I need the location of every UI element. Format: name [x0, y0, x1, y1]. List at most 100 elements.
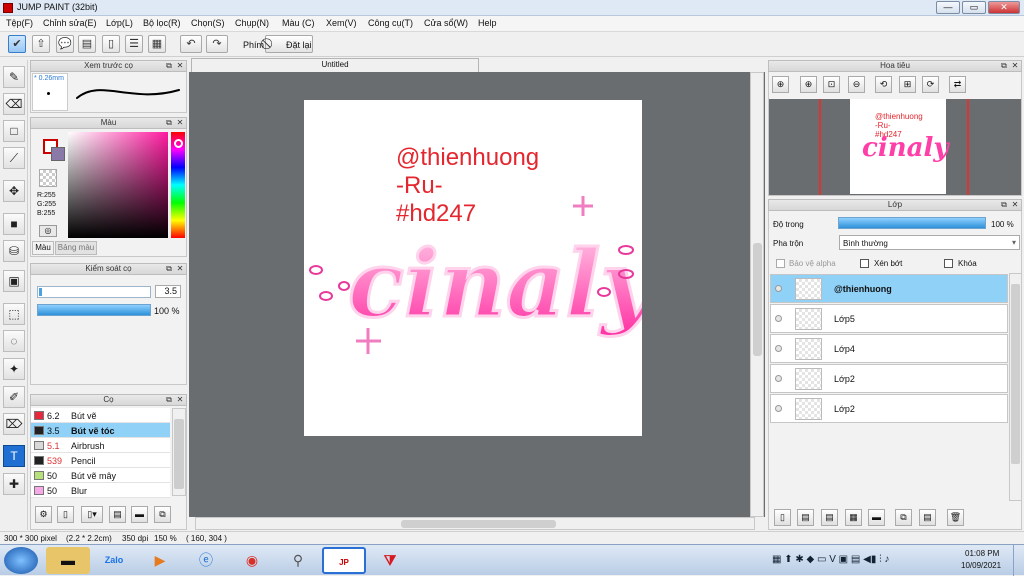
document-icon[interactable]: ▯ [102, 35, 120, 53]
saturation-value-square[interactable] [68, 132, 168, 238]
explorer-icon[interactable]: ▬ [46, 547, 90, 574]
canvas-horizontal-scrollbar[interactable] [195, 517, 755, 530]
menu-tools[interactable]: Công cụ(T) [368, 18, 413, 28]
canvas-vertical-scrollbar[interactable] [750, 72, 764, 517]
zoom-out-icon[interactable]: ⊖ [848, 76, 865, 93]
brush-settings-icon[interactable]: ⚙ [35, 506, 52, 523]
brush-folder-icon[interactable]: ▬ [131, 506, 148, 523]
minimize-button[interactable]: — [936, 1, 960, 14]
visibility-icon[interactable] [775, 285, 782, 292]
panel-close-icon[interactable]: ✕ [1010, 61, 1020, 71]
visibility-icon[interactable] [775, 315, 782, 322]
layer-row[interactable]: Lớp4 [770, 334, 1008, 363]
ie-icon[interactable]: ⓔ [184, 547, 228, 574]
rotate-left-icon[interactable]: ⟲ [875, 76, 892, 93]
palette-icon[interactable]: ◎ [39, 225, 57, 237]
chrome-icon[interactable]: ◉ [230, 547, 274, 574]
redo-icon[interactable]: ↷ [206, 35, 228, 53]
transparent-swatch[interactable] [39, 169, 57, 187]
detach-icon[interactable]: ⧉ [999, 61, 1009, 71]
export-icon[interactable]: ⇧ [32, 35, 50, 53]
comment-icon[interactable]: 💬 [56, 35, 74, 53]
layer-folder-icon[interactable]: ▬ [868, 509, 885, 526]
fill-rect-tool-icon[interactable]: ■ [3, 213, 25, 235]
detach-icon[interactable]: ⧉ [164, 395, 174, 405]
undo-icon[interactable]: ↶ [180, 35, 202, 53]
brush-doc-icon[interactable]: ▤ [109, 506, 126, 523]
scroll-thumb[interactable] [174, 419, 184, 489]
gradient-tool-icon[interactable]: ▣ [3, 270, 25, 292]
magic-wand-tool-icon[interactable]: ✦ [3, 358, 25, 380]
tab-color[interactable]: Màu [32, 241, 54, 255]
document-canvas[interactable]: @thienhuong -Ru- #hd247 cinaly [304, 100, 642, 436]
menu-layer[interactable]: Lớp(L) [106, 18, 133, 28]
layers-scroll-thumb[interactable] [1011, 284, 1020, 464]
opacity-slider[interactable] [37, 304, 151, 316]
layer-text-icon[interactable]: ▤ [821, 509, 838, 526]
brush-item[interactable]: 5.1 Airbrush [31, 438, 170, 453]
menu-capture[interactable]: Chụp(N) [235, 18, 269, 28]
layers-scrollbar[interactable] [1009, 273, 1022, 501]
search-tool-icon[interactable]: ⚲ [276, 547, 320, 574]
clipping-checkbox[interactable] [860, 259, 869, 268]
eraser-tool-icon[interactable]: ⌫ [3, 93, 25, 115]
select-pen-tool-icon[interactable]: ✐ [3, 386, 25, 408]
layer-mask-icon[interactable]: ▦ [845, 509, 862, 526]
panel-close-icon[interactable]: ✕ [1010, 200, 1020, 210]
brush-list-scrollbar[interactable] [172, 408, 186, 496]
rotate-right-icon[interactable]: ⟳ [922, 76, 939, 93]
grid-icon[interactable]: ▦ [148, 35, 166, 53]
check-tool-icon[interactable]: ✔ [8, 35, 26, 53]
brush-tool-icon[interactable]: ✎ [3, 66, 25, 88]
canvas-hscroll-thumb[interactable] [401, 520, 556, 528]
panel-close-icon[interactable]: ✕ [175, 61, 185, 71]
notes-icon[interactable]: ▤ [78, 35, 96, 53]
visibility-icon[interactable] [775, 405, 782, 412]
menu-color[interactable]: Màu (C) [282, 18, 315, 28]
show-desktop-button[interactable] [1013, 545, 1024, 576]
tab-palette[interactable]: Bảng màu [55, 241, 97, 255]
menu-view[interactable]: Xem(V) [326, 18, 357, 28]
detach-icon[interactable]: ⧉ [999, 200, 1009, 210]
eyedropper-tool-icon[interactable]: ✚ [3, 473, 25, 495]
panel-close-icon[interactable]: ✕ [175, 264, 185, 274]
brush-copy-icon[interactable]: ⧉ [154, 506, 171, 523]
brush-options-icon[interactable]: ▯▾ [81, 506, 103, 523]
menu-help[interactable]: Help [478, 18, 497, 28]
size-slider[interactable] [37, 286, 151, 298]
panel-close-icon[interactable]: ✕ [175, 395, 185, 405]
zalo-icon[interactable]: Zalo [92, 547, 136, 574]
menu-edit[interactable]: Chỉnh sửa(E) [43, 18, 97, 28]
menu-window[interactable]: Cửa sổ(W) [424, 18, 468, 28]
canvas-vscroll-thumb[interactable] [753, 243, 762, 356]
menu-file[interactable]: Tệp(F) [6, 18, 33, 28]
lock-checkbox[interactable] [944, 259, 953, 268]
start-button[interactable] [4, 547, 38, 574]
reset-view-icon[interactable]: ⊞ [899, 76, 916, 93]
detach-icon[interactable]: ⧉ [164, 61, 174, 71]
visibility-icon[interactable] [775, 345, 782, 352]
pdf-icon[interactable]: ⧩ [368, 547, 412, 574]
new-brush-icon[interactable]: ▯ [57, 506, 74, 523]
jump-paint-taskbar-icon[interactable]: JP [322, 547, 366, 574]
detach-icon[interactable]: ⧉ [164, 118, 174, 128]
layer-row[interactable]: Lớp2 [770, 394, 1008, 423]
select-rect-tool-icon[interactable]: ⬚ [3, 303, 25, 325]
layer-row[interactable]: Lớp5 [770, 304, 1008, 333]
brush-item[interactable]: 539 Pencil [31, 453, 170, 468]
reset-button[interactable]: ⃠ Đặt lại [265, 35, 313, 53]
new-layer-icon[interactable]: ▯ [774, 509, 791, 526]
rect-tool-icon[interactable]: □ [3, 120, 25, 142]
layer-opacity-slider[interactable] [838, 217, 986, 229]
size-value[interactable]: 3.5 [155, 285, 181, 298]
brush-item[interactable]: 3.5 Bút vẽ tóc [31, 423, 170, 438]
background-color[interactable] [51, 147, 65, 161]
brush-item[interactable]: 6.2 Bút vẽ [31, 408, 170, 423]
select-eraser-tool-icon[interactable]: ⌦ [3, 413, 25, 435]
menu-select[interactable]: Chọn(S) [191, 18, 225, 28]
bucket-tool-icon[interactable]: ⛁ [3, 240, 25, 262]
actual-size-icon[interactable]: ⊡ [823, 76, 840, 93]
line-tool-icon[interactable]: ⟋ [3, 147, 25, 169]
brush-item[interactable]: 50 Blur [31, 483, 170, 498]
zoom-fit-icon[interactable]: ⊕ [772, 76, 789, 93]
